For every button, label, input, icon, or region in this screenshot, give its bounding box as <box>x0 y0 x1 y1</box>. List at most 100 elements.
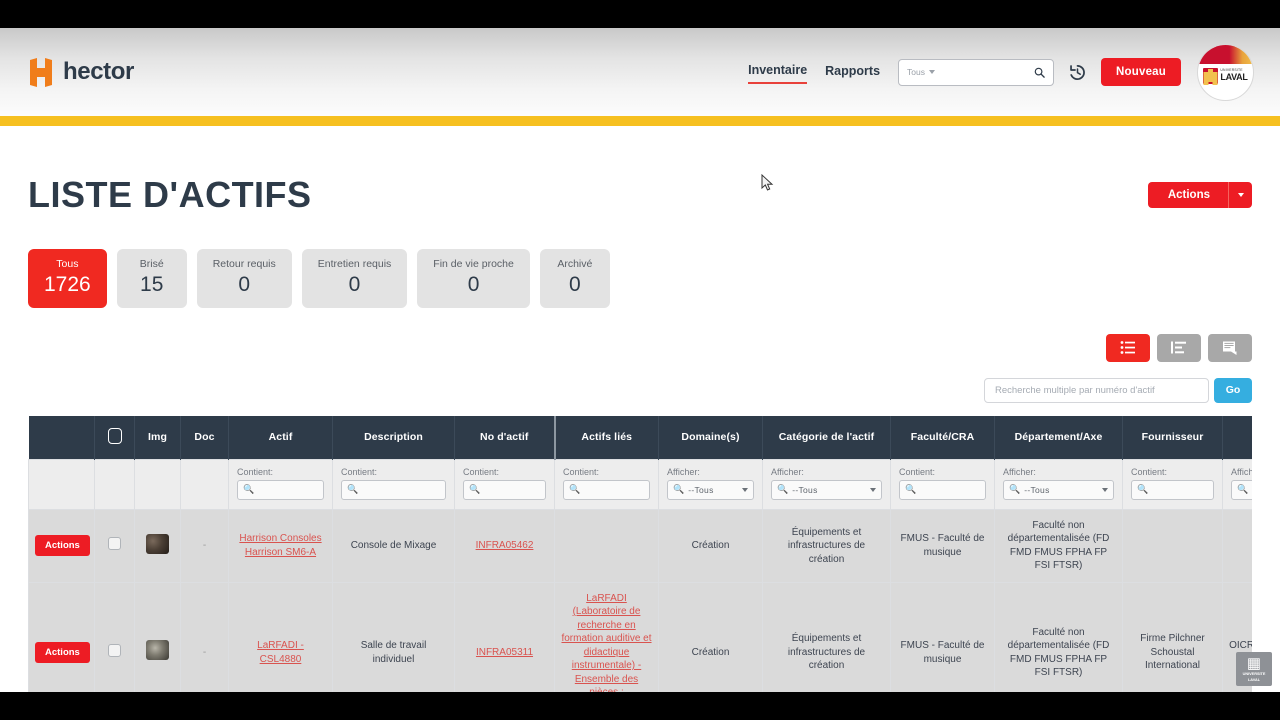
col-fournisseur[interactable]: Fournisseur <box>1122 415 1223 460</box>
filter-no-actif-input[interactable]: 🔍 <box>463 479 546 500</box>
asset-number-link[interactable]: INFRA05462 <box>476 540 534 551</box>
status-pill-label: Retour requis <box>212 258 276 270</box>
card-view-icon[interactable] <box>1208 333 1252 362</box>
assets-table-container: Img Doc Actif Description No d'actif Act… <box>28 415 1252 692</box>
actions-button-group: Actions <box>1147 182 1252 208</box>
filter-label: Afficher: <box>1231 466 1252 477</box>
floating-org-badge[interactable]: ▦ UNIVERSITE LAVAL <box>1236 652 1272 686</box>
filter-faculte-input[interactable]: 🔍 <box>899 479 986 500</box>
search-icon: 🔍 <box>777 484 789 495</box>
assets-table: Img Doc Actif Description No d'actif Act… <box>28 415 1252 692</box>
filter-departement: Afficher: 🔍 --Tous <box>994 458 1123 510</box>
badge-line1: UNIVERSITE <box>1242 671 1266 676</box>
actions-dropdown-toggle[interactable] <box>1228 182 1252 208</box>
status-filter-pills: Tous 1726 Brisé 15 Retour requis 0 Entre… <box>28 249 1252 308</box>
row-fournisseur-cell: Firme Pilchner Schoustal International <box>1122 581 1223 692</box>
filter-actifs-lies: Contient: 🔍 <box>554 458 659 510</box>
col-img[interactable]: Img <box>134 415 181 460</box>
filter-description-input[interactable]: 🔍 <box>341 479 446 500</box>
col-description[interactable]: Description <box>332 415 455 460</box>
badge-line2: LAVAL <box>1247 677 1261 682</box>
filter-doc <box>180 458 229 510</box>
status-pill-count: 0 <box>348 272 361 296</box>
asset-number-link[interactable]: INFRA05311 <box>476 647 533 658</box>
search-input[interactable] <box>935 66 1035 78</box>
status-pill-tous[interactable]: Tous 1726 <box>28 249 107 308</box>
chevron-down-icon <box>870 487 876 492</box>
header-nav: Inventaire Rapports Tous Nouveau UNIVERS… <box>748 43 1280 101</box>
table-row[interactable]: Actions - Harrison Consoles Harrison SM6… <box>28 508 1252 583</box>
search-icon[interactable] <box>1034 67 1053 78</box>
search-scope-label: Tous <box>907 67 925 77</box>
asset-thumbnail[interactable] <box>146 533 169 554</box>
page-content: LISTE D'ACTIFS Actions Tous 1726 Brisé 1… <box>0 126 1280 692</box>
row-checkbox[interactable] <box>108 643 121 657</box>
status-pill-fin-de-vie-proche[interactable]: Fin de vie proche 0 <box>417 249 530 308</box>
filter-fournisseur-input[interactable]: 🔍 <box>1131 479 1214 500</box>
col-departement[interactable]: Département/Axe <box>994 415 1123 460</box>
row-actif-cell: LaRFADI - CSL4880 <box>228 581 333 692</box>
search-icon: 🔍 <box>905 484 917 495</box>
row-actions-button[interactable]: Actions <box>35 535 90 557</box>
history-clock-icon[interactable] <box>1068 63 1087 82</box>
universite-laval-crest-icon[interactable]: UNIVERSITE LAVAL <box>1197 43 1254 101</box>
filter-actif-input[interactable]: 🔍 <box>237 479 324 500</box>
col-no-actif[interactable]: No d'actif <box>454 415 556 460</box>
row-image-cell <box>134 508 181 583</box>
search-icon: 🔍 <box>569 484 581 495</box>
asset-link[interactable]: Harrison Consoles Harrison SM6-A <box>239 533 321 558</box>
row-no-actif-cell: INFRA05462 <box>454 508 555 583</box>
linked-asset-link[interactable]: LaRFADI (Laboratoire de recherche en for… <box>561 593 651 692</box>
col-faculte[interactable]: Faculté/CRA <box>890 415 995 460</box>
row-fournisseur-cell <box>1122 508 1223 583</box>
filter-actif: Contient: 🔍 <box>228 458 333 510</box>
row-doc-cell: - <box>180 581 229 692</box>
actions-button[interactable]: Actions <box>1147 182 1228 208</box>
col-actifs-lies[interactable]: Actifs liés <box>554 415 659 460</box>
select-all-checkbox[interactable] <box>107 427 122 444</box>
row-actifs-lies-cell <box>554 508 659 583</box>
chevron-down-icon <box>1237 193 1244 197</box>
filter-actifs-lies-input[interactable]: 🔍 <box>563 479 650 500</box>
filter-label: Afficher: <box>667 466 700 477</box>
app-header: hector Inventaire Rapports Tous Nouveau … <box>0 28 1280 116</box>
status-pill-archive[interactable]: Archivé 0 <box>539 249 610 308</box>
brand-logo[interactable]: hector <box>28 57 134 87</box>
row-domaines-cell: Création <box>658 581 763 692</box>
accent-bar <box>0 116 1280 126</box>
search-scope-dropdown[interactable]: Tous <box>899 67 935 77</box>
global-search[interactable]: Tous <box>898 58 1055 86</box>
status-pill-retour-requis[interactable]: Retour requis 0 <box>196 249 292 308</box>
row-actif-cell: Harrison Consoles Harrison SM6-A <box>228 508 333 583</box>
nav-link-inventaire[interactable]: Inventaire <box>748 61 808 84</box>
filter-regroupement-select[interactable]: 🔍 --Tou <box>1231 479 1252 500</box>
filter-departement-select[interactable]: 🔍 --Tous <box>1003 479 1114 500</box>
nav-link-rapports[interactable]: Rapports <box>825 62 880 83</box>
search-icon: 🔍 <box>469 484 481 495</box>
col-categorie[interactable]: Catégorie de l'actif <box>762 415 891 460</box>
col-regroupement[interactable]: Regrou <box>1222 415 1252 460</box>
asset-thumbnail[interactable] <box>146 640 169 661</box>
multi-search-input[interactable] <box>984 377 1209 403</box>
status-pill-label: Fin de vie proche <box>433 258 514 270</box>
col-doc[interactable]: Doc <box>180 415 229 460</box>
status-pill-entretien-requis[interactable]: Entretien requis 0 <box>301 249 408 308</box>
new-button[interactable]: Nouveau <box>1101 58 1181 86</box>
status-pill-count: 0 <box>569 272 581 296</box>
multi-search-go-button[interactable]: Go <box>1214 377 1252 403</box>
search-icon: 🔍 <box>1237 484 1249 495</box>
view-toggle-group <box>28 333 1252 362</box>
list-view-icon[interactable] <box>1106 333 1150 362</box>
org-logo-line2: LAVAL <box>1220 71 1248 82</box>
row-checkbox[interactable] <box>108 537 121 551</box>
status-pill-brise[interactable]: Brisé 15 <box>116 249 187 308</box>
detail-view-icon[interactable] <box>1157 333 1201 362</box>
asset-link[interactable]: LaRFADI - CSL4880 <box>257 640 304 665</box>
filter-domaines-select[interactable]: 🔍 --Tous <box>667 479 754 500</box>
col-actif[interactable]: Actif <box>228 415 333 460</box>
filter-categorie: Afficher: 🔍 --Tous <box>762 458 891 510</box>
filter-categorie-select[interactable]: 🔍 --Tous <box>771 479 882 500</box>
col-domaines[interactable]: Domaine(s) <box>658 415 763 460</box>
table-row[interactable]: Actions - LaRFADI - CSL4880 Salle de tra… <box>28 581 1252 692</box>
row-actions-button[interactable]: Actions <box>35 642 90 664</box>
